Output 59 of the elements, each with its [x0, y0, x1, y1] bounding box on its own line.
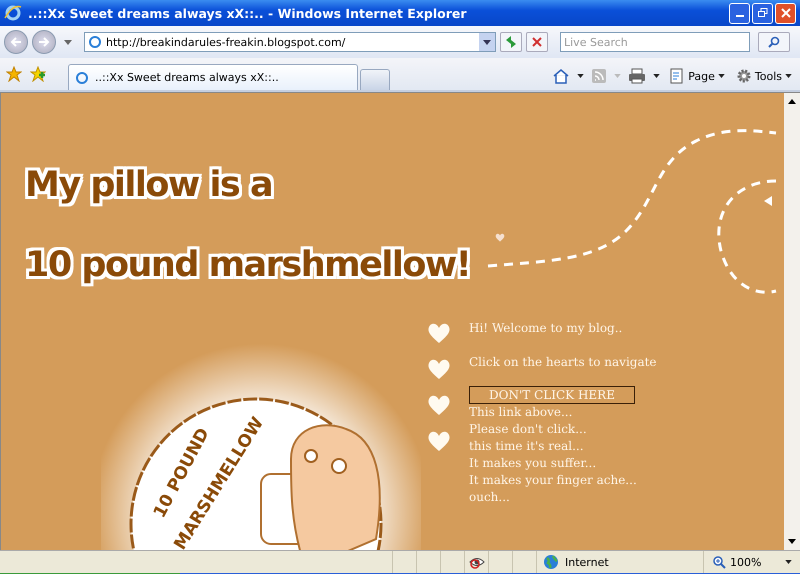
caret-icon	[785, 560, 792, 564]
refresh-icon	[504, 35, 518, 49]
text-line: Please don't click...	[469, 421, 588, 438]
command-menu-button[interactable]: Page	[667, 68, 727, 84]
minimize-button[interactable]	[729, 2, 750, 24]
scroll-up-arrow-icon[interactable]	[788, 99, 796, 104]
close-button[interactable]	[775, 2, 796, 24]
favorites-star-icon[interactable]	[6, 66, 22, 82]
heart-icon[interactable]	[427, 429, 451, 453]
blog-title: My pillow is a	[25, 164, 272, 207]
blog-title: 10 pound marshmellow!	[25, 244, 470, 287]
globe-icon	[543, 554, 559, 570]
caret-icon[interactable]	[653, 74, 660, 78]
stop-icon	[531, 36, 543, 48]
welcome-text: Click on the hearts to navigate	[469, 354, 657, 371]
back-arrow-icon	[9, 35, 23, 49]
scroll-down-arrow-icon[interactable]	[788, 539, 796, 544]
text-line: this time it's real...	[469, 438, 585, 455]
restore-button[interactable]	[752, 2, 773, 24]
welcome-text: Hi! Welcome to my blog..	[469, 320, 622, 337]
zoom-icon	[712, 555, 726, 569]
text-line: This link above...	[469, 404, 574, 421]
caret-icon	[718, 74, 725, 78]
printer-icon[interactable]	[628, 68, 646, 84]
home-icon[interactable]	[552, 68, 570, 84]
stop-button[interactable]	[526, 32, 548, 52]
heart-icon	[495, 233, 505, 242]
browser-logo-icon	[4, 4, 22, 22]
gear-icon	[736, 68, 752, 84]
caret-icon	[785, 74, 792, 78]
browser-logo-icon	[75, 70, 89, 84]
search-icon	[768, 36, 780, 48]
refresh-button[interactable]	[500, 32, 522, 52]
text-line: It makes you suffer...	[469, 455, 598, 472]
heart-icon[interactable]	[427, 321, 451, 345]
text-line: It makes your finger ache...	[469, 472, 637, 489]
back-button[interactable]	[4, 30, 28, 54]
forward-button[interactable]	[32, 30, 56, 54]
caret-icon	[483, 40, 491, 44]
browser-tab[interactable]: ..::Xx Sweet dreams always xX::..	[68, 64, 358, 90]
heart-icon[interactable]	[427, 357, 451, 381]
search-button[interactable]	[758, 32, 790, 52]
security-zone-text: Internet	[565, 556, 609, 568]
address-field[interactable]: http://breakindarules-freakin.blogspot.com/	[84, 32, 496, 52]
caret-icon[interactable]	[577, 74, 584, 78]
minimize-icon	[736, 15, 744, 17]
add-favorite-icon[interactable]	[30, 66, 46, 82]
new-tab-button[interactable]	[360, 69, 390, 90]
restore-icon	[758, 8, 768, 18]
search-field[interactable]: Live Search	[560, 32, 750, 52]
window-title: ..::Xx Sweet dreams always xX::.. - Windows Internet Explorer	[28, 6, 468, 20]
zoom-button[interactable]: 100%	[704, 551, 800, 573]
scrollbar[interactable]	[784, 93, 800, 550]
heart-icon[interactable]	[427, 393, 451, 417]
text-line: ouch...	[469, 489, 511, 506]
forward-arrow-icon	[37, 35, 51, 49]
command-menu-button[interactable]: Tools	[734, 68, 794, 84]
close-icon	[780, 8, 790, 18]
dropdown-caret-icon[interactable]	[64, 40, 72, 44]
